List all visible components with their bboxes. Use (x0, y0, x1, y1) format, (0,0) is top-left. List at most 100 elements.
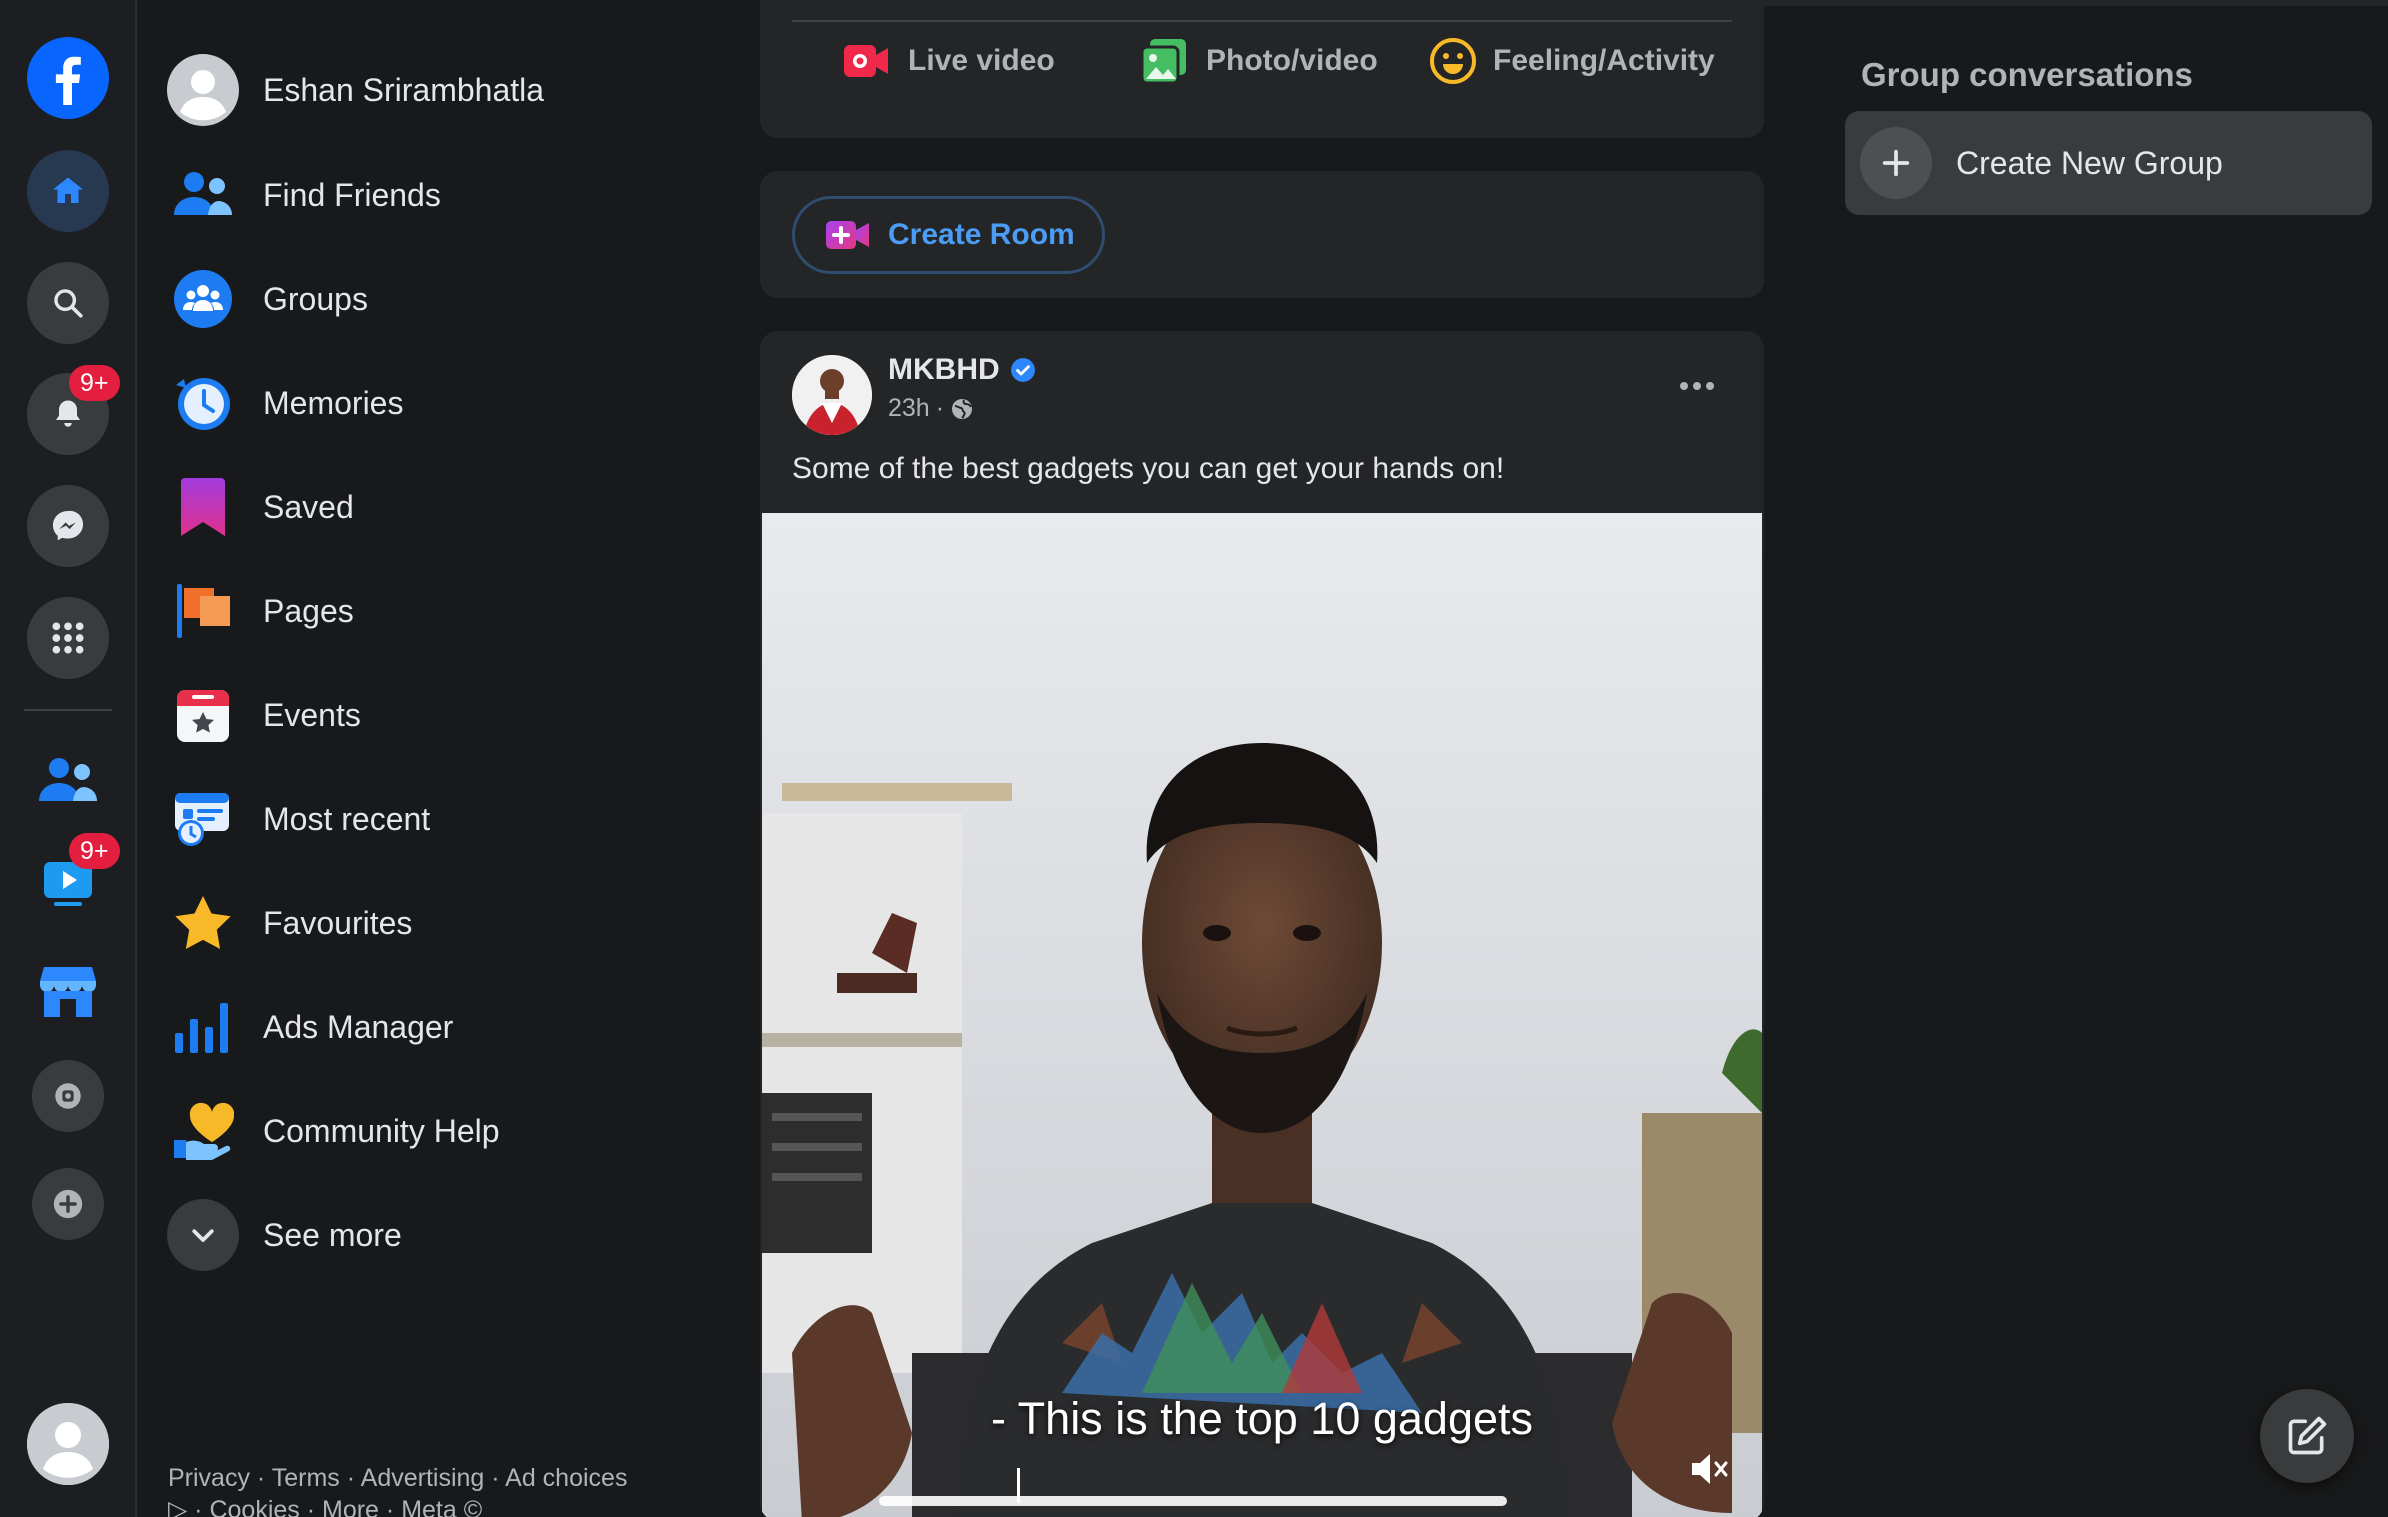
author-avatar[interactable] (792, 355, 872, 435)
menu-item-pages[interactable]: Pages (167, 566, 727, 656)
navigation-rail: 9+ 9+ (0, 0, 137, 1517)
favourites-star-icon (167, 887, 239, 959)
profile-avatar-icon[interactable] (27, 1403, 109, 1485)
compose-edit-icon (2288, 1416, 2327, 1455)
ads-manager-chart-icon (167, 991, 239, 1063)
menu-item-favourites[interactable]: Favourites (167, 878, 727, 968)
menu-item-label: Pages (263, 592, 354, 629)
footer-links: Privacy · Terms · Advertising · Ad choic… (168, 1462, 638, 1517)
watch-badge: 9+ (69, 833, 120, 869)
photo-video-button[interactable]: Photo/video (1140, 28, 1378, 94)
post-composer: Live video Photo/video Feeling/Activity (760, 0, 1764, 138)
video-room-icon (826, 221, 869, 249)
saved-bookmark-icon (167, 471, 239, 543)
video-progress-bar[interactable] (879, 1496, 1507, 1506)
plus-icon (1860, 127, 1932, 199)
menu-item-label: Events (263, 696, 361, 733)
new-message-button[interactable] (2260, 1389, 2354, 1483)
menu-item-label: Most recent (263, 800, 431, 837)
create-new-group-button[interactable]: Create New Group (1845, 111, 2372, 215)
photo-video-icon (1140, 39, 1186, 85)
chevron-down-icon (167, 1199, 239, 1271)
menu-item-most-recent[interactable]: Most recent (167, 774, 727, 864)
post-meta: 23h · (888, 394, 974, 423)
search-icon[interactable] (27, 262, 109, 344)
menu-item-events[interactable]: Events (167, 670, 727, 760)
friends-icon (167, 159, 239, 231)
events-calendar-icon (167, 679, 239, 751)
menu-item-find-friends[interactable]: Find Friends (167, 150, 727, 240)
ad-choices-icon: ▷ (168, 1496, 188, 1517)
post-text: Some of the best gadgets you can get you… (792, 452, 1505, 485)
feed-post: MKBHD 23h · Some of the best gadgets you… (760, 331, 1764, 1517)
pages-flag-icon (167, 575, 239, 647)
footer-advertising-link[interactable]: Advertising (361, 1464, 485, 1492)
live-video-icon (844, 45, 888, 77)
home-icon[interactable] (27, 150, 109, 232)
create-new-group-label: Create New Group (1956, 144, 2223, 181)
menu-item-label: Community Help (263, 1112, 500, 1149)
menu-item-groups[interactable]: Groups (167, 254, 727, 344)
menu-item-community-help[interactable]: Community Help (167, 1086, 727, 1176)
verified-badge-icon (1010, 358, 1035, 382)
notifications-bell-icon[interactable]: 9+ (27, 365, 120, 455)
post-author-name[interactable]: MKBHD (888, 353, 1036, 387)
mute-button[interactable] (1684, 1443, 1736, 1495)
profile-name: Eshan Srirambhatla (263, 71, 545, 108)
footer-privacy-link[interactable]: Privacy (168, 1464, 250, 1492)
menu-item-memories[interactable]: Memories (167, 358, 727, 448)
live-video-button[interactable]: Live video (842, 28, 1055, 94)
post-options-button[interactable] (1672, 371, 1722, 401)
menu-item-label: Groups (263, 280, 368, 317)
post-video-player[interactable]: - This is the top 10 gadgets (762, 513, 1762, 1517)
feeling-activity-button[interactable]: Feeling/Activity (1429, 28, 1715, 94)
create-room-label: Create Room (888, 218, 1075, 251)
create-room-button[interactable]: Create Room (792, 196, 1105, 274)
marketplace-icon[interactable] (27, 950, 109, 1032)
profile-avatar (167, 54, 239, 126)
menu-item-saved[interactable]: Saved (167, 462, 727, 552)
footer-ad-choices-link[interactable]: Ad choices (505, 1464, 627, 1492)
most-recent-feed-icon (167, 783, 239, 855)
groups-icon (167, 263, 239, 335)
memories-clock-icon (167, 367, 239, 439)
see-more-button[interactable]: See more (167, 1190, 727, 1280)
add-icon[interactable] (32, 1168, 104, 1240)
facebook-logo-icon[interactable] (27, 37, 109, 119)
post-timestamp[interactable]: 23h (888, 394, 930, 423)
menu-item-label: Favourites (263, 904, 413, 941)
notifications-badge: 9+ (69, 365, 120, 401)
top-strip (1764, 0, 2388, 6)
menu-item-label: Ads Manager (263, 1008, 454, 1045)
footer-terms-link[interactable]: Terms (272, 1464, 340, 1492)
composer-divider (792, 20, 1732, 22)
more-horizontal-icon (1680, 382, 1714, 390)
footer-cookies-link[interactable]: Cookies (209, 1496, 299, 1517)
video-frame (762, 513, 1762, 1517)
menu-item-label: Memories (263, 384, 404, 421)
rooms-card: Create Room (760, 171, 1764, 298)
menu-item-ads-manager[interactable]: Ads Manager (167, 982, 727, 1072)
left-menu: Eshan Srirambhatla Find Friends Groups M… (137, 0, 757, 1517)
menu-item-label: Saved (263, 488, 354, 525)
menu-grid-icon[interactable] (27, 597, 109, 679)
feeling-smiley-icon (1430, 38, 1476, 84)
messenger-icon[interactable] (27, 485, 109, 567)
friends-icon[interactable] (27, 740, 109, 822)
footer-more-link[interactable]: More (322, 1496, 379, 1517)
muted-speaker-icon (1692, 1454, 1728, 1484)
author-name-text: MKBHD (888, 353, 1000, 386)
community-help-heart-icon (167, 1095, 239, 1167)
footer-meta-text: Meta © (401, 1496, 483, 1517)
menu-item-label: Find Friends (263, 176, 441, 213)
live-video-label: Live video (908, 44, 1055, 77)
public-globe-icon (952, 398, 973, 419)
see-more-label: See more (263, 1216, 402, 1253)
gaming-icon[interactable] (32, 1060, 104, 1132)
photo-video-label: Photo/video (1206, 44, 1378, 77)
profile-shortcut[interactable]: Eshan Srirambhatla (167, 45, 727, 135)
feeling-activity-label: Feeling/Activity (1493, 44, 1715, 77)
rail-divider (24, 709, 112, 711)
watch-video-icon[interactable]: 9+ (27, 833, 120, 923)
video-caption: - This is the top 10 gadgets (991, 1393, 1533, 1444)
